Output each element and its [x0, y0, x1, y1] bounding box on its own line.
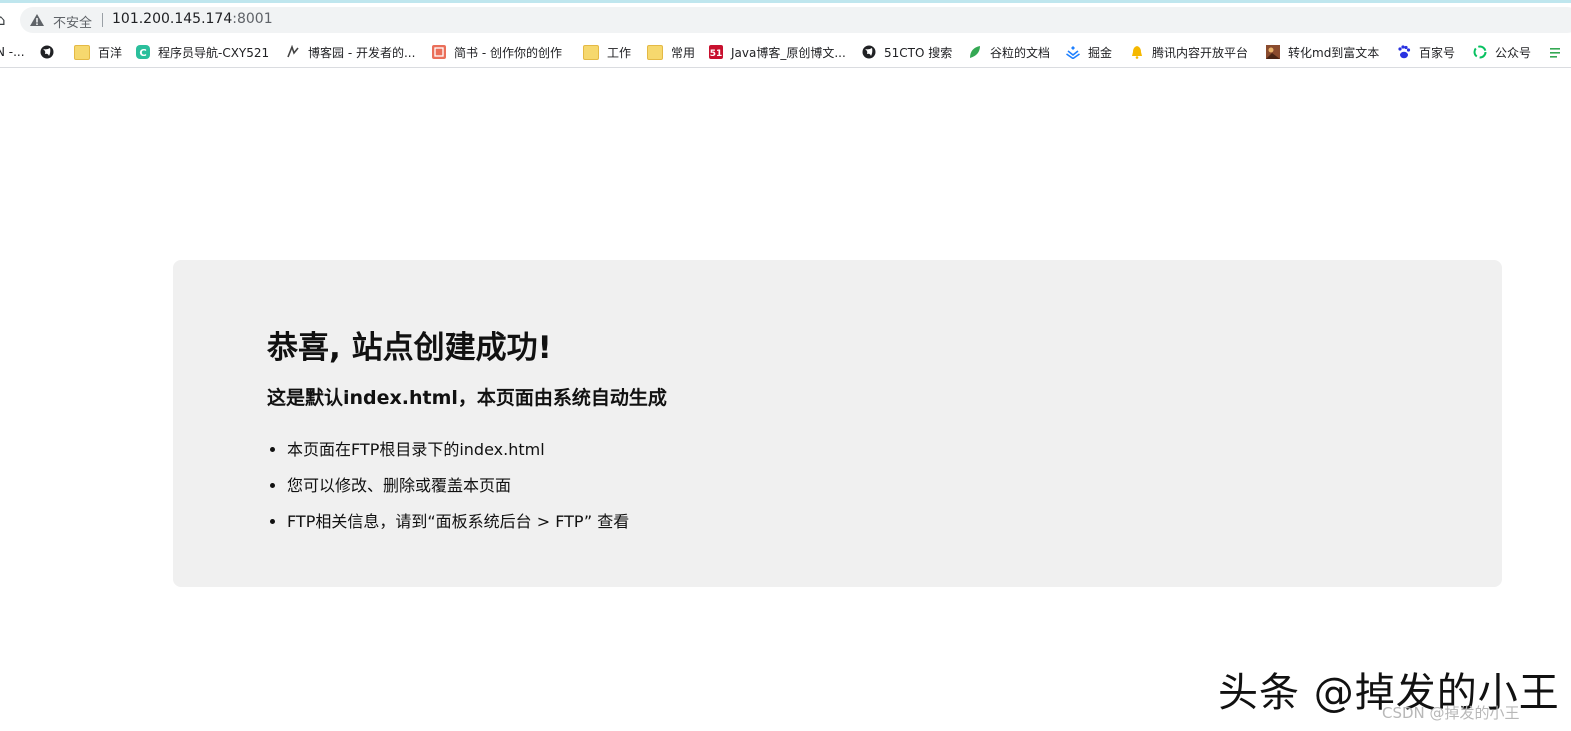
list-item: 本页面在FTP根目录下的index.html [287, 432, 629, 468]
bookmark-folder-baiyang[interactable]: 百洋 [74, 43, 122, 61]
cnblogs-icon [287, 45, 299, 58]
address-separator [102, 13, 103, 27]
security-label[interactable]: 不安全 [53, 12, 92, 31]
bookmark-guli-docs[interactable]: 谷粒的文档 [968, 43, 1050, 61]
browser-toolbar: ⌂ 不安全 101.200.145.174:8001 [0, 3, 1571, 36]
bookmarks-bar: N -... 百洋 C 程序员导航-CXY521 博客园 - 开发者的... 简… [0, 37, 1571, 68]
jianshu-icon [432, 45, 446, 59]
baidu-paw-icon [1398, 45, 1411, 59]
url-port: :8001 [232, 11, 273, 27]
bookmark-overflow[interactable] [1549, 43, 1571, 61]
home-icon[interactable]: ⌂ [0, 11, 6, 29]
bookmark-label: Java博客_原创博文... [731, 45, 846, 60]
folder-icon [647, 44, 663, 60]
bookmark-label: 百家号 [1419, 45, 1456, 60]
address-bar[interactable]: 不安全 101.200.145.174:8001 [20, 7, 1571, 33]
bell-icon [1132, 46, 1142, 59]
list-icon [1550, 48, 1560, 58]
bookmark-label: 百洋 [98, 45, 123, 60]
bookmark-label: 转化md到富文本 [1288, 45, 1380, 60]
cxy-logo-icon: C [136, 45, 150, 59]
bookmark-baijiahao[interactable]: 百家号 [1397, 43, 1455, 61]
51cto-icon: 51 [709, 45, 723, 59]
bookmark-label: 常用 [671, 45, 696, 60]
info-list: 本页面在FTP根目录下的index.html 您可以修改、删除或覆盖本页面 FT… [267, 432, 629, 540]
bookmark-label: 51CTO 搜索 [884, 45, 953, 60]
bookmark-51cto-java[interactable]: 51 Java博客_原创博文... [709, 43, 846, 61]
bookmark-label: 简书 - 创作你的创作 [454, 45, 562, 60]
bookmark-label: 谷粒的文档 [990, 45, 1051, 60]
watermark-csdn: CSDN @掉发的小王 [1382, 704, 1520, 722]
recycle-icon [1473, 45, 1487, 59]
bookmark-label: N -... [0, 45, 25, 59]
bookmark-51cto-search[interactable]: 51CTO 搜索 [862, 43, 952, 61]
bookmark-label: 公众号 [1495, 45, 1532, 60]
bookmark-folder-common[interactable]: 常用 [647, 43, 695, 61]
globe-icon [40, 45, 54, 59]
welcome-card: 恭喜, 站点创建成功! 这是默认index.html，本页面由系统自动生成 本页… [173, 260, 1502, 587]
warning-icon[interactable] [29, 12, 45, 28]
bookmark-label: 腾讯内容开放平台 [1152, 45, 1249, 60]
globe-icon [862, 45, 876, 59]
bookmark-cnblogs[interactable]: 博客园 - 开发者的... [286, 43, 415, 61]
page-subtitle: 这是默认index.html，本页面由系统自动生成 [267, 387, 667, 409]
bookmark-wechat-official[interactable]: 公众号 [1473, 43, 1531, 61]
bookmark-label: 掘金 [1088, 45, 1113, 60]
folder-icon [583, 44, 599, 60]
svg-text:51: 51 [710, 49, 723, 59]
leaf-icon [970, 46, 980, 58]
bookmark-partial[interactable]: N -... [0, 43, 25, 61]
image-icon [1266, 45, 1280, 59]
bookmark-label: 工作 [607, 45, 632, 60]
bookmark-md-converter[interactable]: 转化md到富文本 [1266, 43, 1379, 61]
bookmark-jianshu[interactable]: 简书 - 创作你的创作 [432, 43, 562, 61]
page-title: 恭喜, 站点创建成功! [267, 330, 552, 366]
juejin-icon [1066, 46, 1080, 59]
list-item: FTP相关信息，请到“面板系统后台 > FTP” 查看 [287, 504, 629, 540]
folder-icon [74, 44, 90, 60]
bookmark-label: 博客园 - 开发者的... [308, 45, 416, 60]
svg-text:C: C [139, 48, 146, 59]
bookmark-label: 程序员导航-CXY521 [158, 45, 270, 60]
url-text[interactable]: 101.200.145.174:8001 [112, 11, 273, 27]
bookmark-globe[interactable] [40, 43, 62, 61]
bookmark-tencent-content[interactable]: 腾讯内容开放平台 [1130, 43, 1248, 61]
url-host: 101.200.145.174 [112, 11, 233, 27]
bookmark-folder-work[interactable]: 工作 [583, 43, 631, 61]
list-item: 您可以修改、删除或覆盖本页面 [287, 468, 629, 504]
bookmark-juejin[interactable]: 掘金 [1066, 43, 1112, 61]
bookmark-cxy521[interactable]: C 程序员导航-CXY521 [136, 43, 269, 61]
